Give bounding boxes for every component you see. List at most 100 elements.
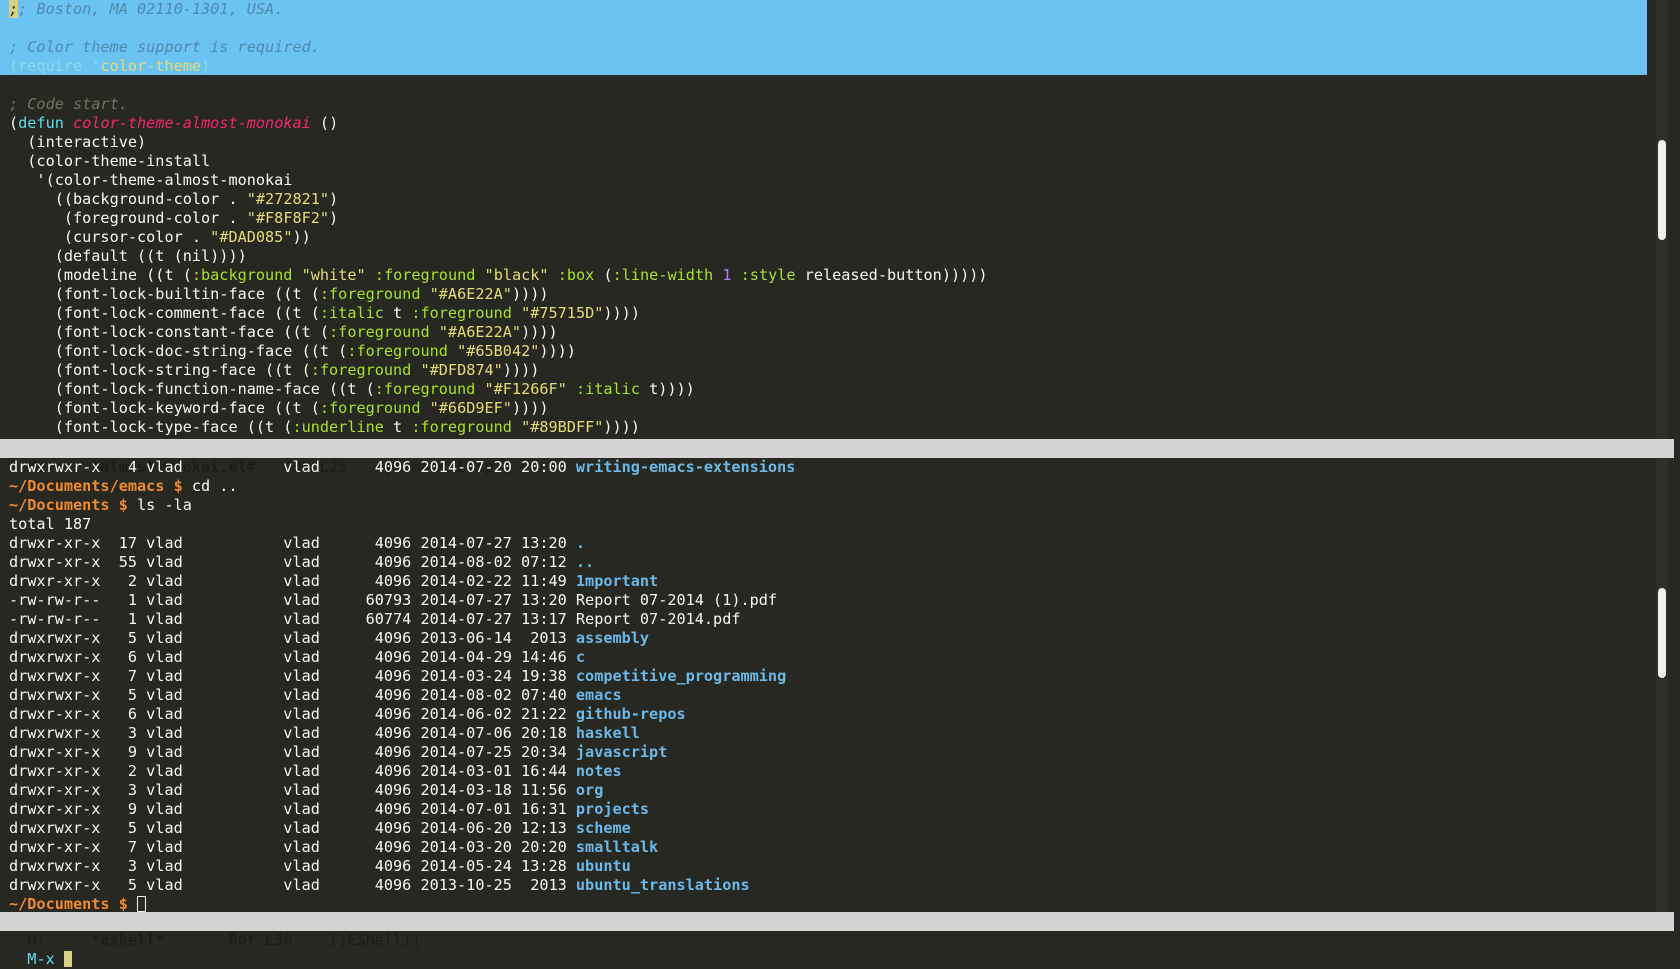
code-line: (default ((t (nil))))	[9, 247, 247, 265]
code-token: (	[594, 266, 613, 284]
directory-name[interactable]: c	[576, 648, 585, 666]
ls-entry: drwxrwxr-x 5 vlad vlad 4096 2014-06-20 1…	[9, 819, 631, 838]
ls-entry: drwxr-xr-x 2 vlad vlad 4096 2014-02-22 1…	[9, 572, 658, 591]
directory-name[interactable]: projects	[576, 800, 649, 818]
code-token: "#75715D"	[521, 304, 604, 322]
directory-name[interactable]: assembly	[576, 629, 649, 647]
editor-scroll-thumb[interactable]	[1658, 140, 1666, 240]
file-meta: drwxrwxr-x 7 vlad vlad 4096 2014-03-24 1…	[9, 667, 576, 685]
code-token: (	[9, 114, 19, 132]
code-line: (color-theme-install	[9, 152, 211, 170]
code-token: ))	[292, 228, 311, 246]
code-token: color-theme-almost-monokai	[73, 114, 311, 132]
directory-name[interactable]: .	[576, 534, 585, 552]
code-token: (font-lock-constant-face ((t (	[9, 323, 330, 341]
directory-name[interactable]: notes	[576, 762, 622, 780]
minibuffer-input[interactable]	[55, 950, 64, 968]
code-token: :line-width	[612, 266, 714, 284]
code-token: t))))	[639, 380, 695, 398]
file-meta: drwxr-xr-x 55 vlad vlad 4096 2014-08-02 …	[9, 553, 576, 571]
code-token: "#272821"	[246, 190, 330, 208]
code-token: (font-lock-string-face ((t (	[9, 361, 311, 379]
code-token: require	[18, 57, 83, 75]
directory-name[interactable]: javascript	[576, 743, 667, 761]
code-token: "#66D9EF"	[429, 399, 512, 417]
shell-command[interactable]	[128, 895, 137, 912]
ls-entry: drwxr-xr-x 3 vlad vlad 4096 2014-03-18 1…	[9, 781, 603, 800]
ls-entry: drwxrwxr-x 5 vlad vlad 4096 2013-10-25 2…	[9, 876, 750, 895]
file-meta: drwxrwxr-x 5 vlad vlad 4096 2013-10-25 2…	[9, 876, 576, 894]
code-token: color-theme	[100, 57, 202, 75]
file-meta: drwxrwxr-x 3 vlad vlad 4096 2014-05-24 1…	[9, 857, 576, 875]
directory-name[interactable]: emacs	[576, 686, 622, 704]
code-token: ))))	[603, 418, 640, 436]
file-meta: drwxr-xr-x 9 vlad vlad 4096 2014-07-25 2…	[9, 743, 576, 761]
code-token: )	[329, 190, 339, 208]
minibuffer[interactable]: M-x	[9, 931, 1671, 968]
shell-prompt: ~/Documents $	[9, 496, 128, 514]
active-prompt-line: ~/Documents $	[9, 895, 147, 912]
shell-modeline: U:--- *eshell* Bot L36 [(EShell)]	[0, 912, 1674, 949]
directory-name[interactable]: scheme	[576, 819, 631, 837]
editor-scrollbar[interactable]	[1656, 0, 1668, 439]
code-token: "#F1266F"	[484, 380, 567, 398]
directory-name[interactable]: ..	[576, 553, 594, 571]
ls-entry: drwxrwxr-x 6 vlad vlad 4096 2014-04-29 1…	[9, 648, 585, 667]
code-line: (modeline ((t (:background "white" :fore…	[9, 266, 988, 285]
directory-name[interactable]: haskell	[576, 724, 640, 742]
ls-entry: drwxr-xr-x 9 vlad vlad 4096 2014-07-01 1…	[9, 800, 649, 819]
ls-entry: drwxrwxr-x 3 vlad vlad 4096 2014-07-06 2…	[9, 724, 640, 743]
directory-name[interactable]: writing-emacs-extensions	[576, 458, 795, 476]
directory-name[interactable]: competitive_programming	[576, 667, 786, 685]
code-token: :foreground	[411, 304, 512, 322]
directory-name[interactable]: org	[576, 781, 603, 799]
code-line: (font-lock-keyword-face ((t (:foreground…	[9, 399, 549, 418]
code-line: (font-lock-comment-face ((t (:italic t :…	[9, 304, 640, 323]
code-token: ))))	[521, 323, 558, 341]
directory-name[interactable]: ubuntu	[576, 857, 631, 875]
code-token: "#89BDFF"	[521, 418, 604, 436]
code-token: (font-lock-function-name-face ((t (	[9, 380, 375, 398]
ls-entry: drwxrwxr-x 3 vlad vlad 4096 2014-05-24 1…	[9, 857, 631, 876]
selected-comment-line: ;; Boston, MA 02110-1301, USA.	[9, 0, 284, 18]
shell-scroll-thumb[interactable]	[1658, 588, 1666, 678]
code-token: ((background-color .	[9, 190, 247, 208]
directory-name[interactable]: ubuntu_translations	[576, 876, 750, 894]
file-meta: -rw-rw-r-- 1 vlad vlad 60774 2014-07-27 …	[9, 610, 576, 628]
selected-code-line: (require 'color-theme)	[9, 57, 210, 76]
directory-name[interactable]: 1mportant	[576, 572, 658, 590]
code-token: "black"	[484, 266, 549, 284]
ls-entry: -rw-rw-r-- 1 vlad vlad 60774 2014-07-27 …	[9, 610, 741, 629]
minibuffer-prompt: M-x	[27, 950, 55, 968]
ls-entry: drwxrwxr-x 5 vlad vlad 4096 2013-06-14 2…	[9, 629, 649, 648]
code-token: ))))	[502, 361, 540, 379]
code-editor-window[interactable]: ;; Boston, MA 02110-1301, USA. ; Color th…	[0, 0, 1662, 439]
code-token: (foreground-color .	[9, 209, 247, 227]
file-name[interactable]: Report 07-2014.pdf	[576, 610, 741, 628]
code-token: :box	[557, 266, 595, 284]
code-line: (font-lock-doc-string-face ((t (:foregro…	[9, 342, 576, 361]
code-token: t	[383, 418, 412, 436]
code-token: ))))	[539, 342, 576, 360]
ls-entry: drwxr-xr-x 9 vlad vlad 4096 2014-07-25 2…	[9, 743, 667, 762]
code-token: t	[383, 304, 412, 322]
directory-name[interactable]: github-repos	[576, 705, 686, 723]
code-token: "#65B042"	[457, 342, 540, 360]
directory-name[interactable]: smalltalk	[576, 838, 658, 856]
code-token: (font-lock-type-face ((t (	[9, 418, 293, 436]
shell-prompt: ~/Documents/emacs $	[9, 477, 183, 495]
code-token: (font-lock-doc-string-face ((t (	[9, 342, 348, 360]
eshell-window[interactable]: drwxrwxr-x 4 vlad vlad 4096 2014-07-20 2…	[0, 458, 1662, 912]
file-name[interactable]: Report 07-2014 (1).pdf	[576, 591, 777, 609]
code-token: '	[82, 57, 101, 75]
shell-scrollbar[interactable]	[1656, 458, 1668, 912]
